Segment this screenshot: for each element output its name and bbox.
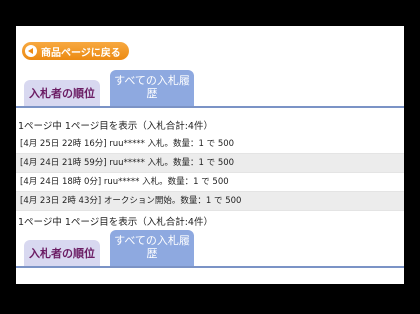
- bid-row: [4月 24日 21時 59分] ruu***** 入札。数量：1 で 500: [16, 154, 404, 173]
- tab-bidder-ranking[interactable]: 入札者の順位: [24, 240, 100, 266]
- back-button-label: 商品ページに戻る: [41, 47, 121, 59]
- tab-bidder-ranking[interactable]: 入札者の順位: [24, 80, 100, 106]
- tab-all-bid-history[interactable]: すべての入札履歴: [110, 230, 194, 266]
- bid-row: [4月 25日 22時 16分] ruu***** 入札。数量：1 で 500: [16, 135, 404, 154]
- auction-bid-history-panel: 商品ページに戻る 入札者の順位 すべての入札履歴 1ページ中 1ページ目を表示（…: [16, 26, 404, 284]
- tab-bar-bottom: 入札者の順位 すべての入札履歴: [16, 228, 404, 268]
- back-arrow-icon: [25, 45, 37, 57]
- tab-all-bid-history[interactable]: すべての入札履歴: [110, 70, 194, 106]
- back-to-item-button[interactable]: 商品ページに戻る: [22, 42, 129, 60]
- bid-row: [4月 24日 18時 0分] ruu***** 入札。数量：1 で 500: [16, 173, 404, 192]
- bid-row: [4月 23日 2時 43分] オークション開始。数量：1 で 500: [16, 192, 404, 211]
- pager-summary-top: 1ページ中 1ページ目を表示（入札合計:4件）: [18, 121, 213, 132]
- tab-bar-top: 入札者の順位 すべての入札履歴: [16, 68, 404, 108]
- pager-summary-bottom: 1ページ中 1ページ目を表示（入札合計:4件）: [18, 217, 213, 228]
- bid-history-list: [4月 25日 22時 16分] ruu***** 入札。数量：1 で 500 …: [16, 135, 404, 211]
